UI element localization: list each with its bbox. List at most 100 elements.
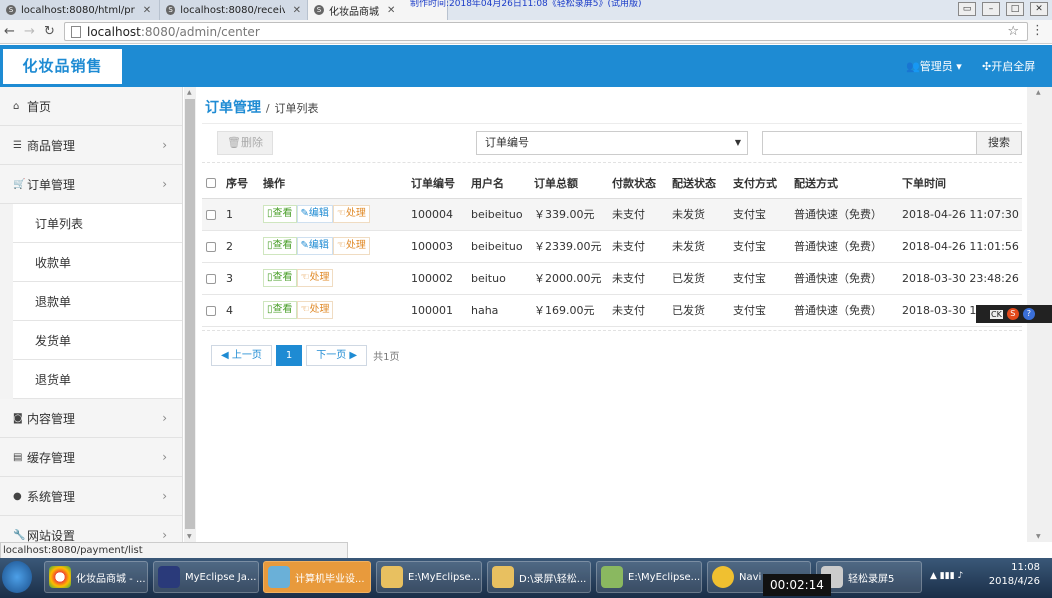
taskbar-item[interactable]: 计算机毕业设...: [263, 561, 371, 593]
page-icon: [71, 25, 81, 38]
taskbar-item[interactable]: E:\MyEclipse...: [376, 561, 482, 593]
sidebar-item-orders[interactable]: 🛒 订单管理 ›: [0, 165, 182, 204]
edit-button[interactable]: ✎编辑: [296, 237, 333, 255]
delete-button[interactable]: 🗑删除: [217, 131, 273, 155]
browser-tab-1[interactable]: S localhost:8080/html/pr ✕: [0, 0, 160, 20]
scroll-up-icon[interactable]: ▲: [1036, 89, 1041, 96]
taskbar-item[interactable]: 化妆品商城 - ...: [44, 561, 148, 593]
scroll-down-icon[interactable]: ▼: [1036, 533, 1041, 540]
maximize-icon[interactable]: □: [1006, 2, 1024, 16]
help-icon[interactable]: ?: [1022, 308, 1035, 320]
process-label: 处理: [345, 208, 366, 219]
prev-page-button[interactable]: ◀ 上一页: [211, 345, 272, 366]
divider: [202, 123, 1022, 124]
column-header: 配送方式: [794, 168, 902, 199]
next-page-button[interactable]: 下一页 ▶: [306, 345, 368, 366]
view-button[interactable]: ▯查看: [263, 301, 297, 319]
sidebar-item-system[interactable]: ● 系统管理 ›: [0, 477, 182, 516]
payment-method: 支付宝: [733, 262, 794, 295]
folder-icon: [381, 566, 403, 588]
ime-toolbar[interactable]: CK S ?: [976, 305, 1052, 323]
sidebar-sub-refunds[interactable]: 退款单: [13, 282, 182, 321]
taskbar-item[interactable]: 轻松录屏5: [816, 561, 922, 593]
row-checkbox[interactable]: [206, 305, 216, 316]
scroll-up-icon[interactable]: ▲: [187, 89, 192, 96]
wrench-icon: 🔧: [13, 529, 26, 541]
sidebar-item-home[interactable]: ⌂ 首页: [0, 87, 182, 126]
clock-date: 2018/4/26: [988, 576, 1040, 587]
taskbar-item[interactable]: E:\MyEclipse...: [596, 561, 702, 593]
edit-button[interactable]: ✎编辑: [296, 205, 333, 223]
taskbar-item[interactable]: D:\录屏\轻松...: [487, 561, 591, 593]
sogou-icon[interactable]: S: [1006, 308, 1019, 320]
clock[interactable]: 11:08 2018/4/26: [989, 561, 1040, 589]
sidebar-scrollbar[interactable]: ▲ ▼: [184, 87, 196, 542]
view-button[interactable]: ▯查看: [263, 237, 297, 255]
shipping-status: 已发货: [672, 262, 733, 295]
back-icon[interactable]: ←: [4, 24, 15, 39]
table-row: 1 ▯查看 ✎编辑 ☜处理 100004 beibeituo ￥339.00元 未支…: [202, 198, 1022, 231]
close-icon[interactable]: ✕: [143, 5, 151, 16]
admin-menu[interactable]: 👥管理员 ▾: [906, 58, 962, 74]
process-button[interactable]: ☜处理: [296, 269, 334, 287]
view-button[interactable]: ▯查看: [263, 269, 297, 287]
search-input[interactable]: [762, 131, 977, 155]
browser-tab-2[interactable]: S localhost:8080/receive ✕: [160, 0, 308, 20]
fullscreen-button[interactable]: ✣开启全屏: [982, 58, 1035, 74]
chevron-right-icon: ›: [162, 138, 167, 152]
cart-icon: 🛒: [13, 178, 26, 190]
row-checkbox[interactable]: [206, 209, 216, 220]
row-index: 2: [226, 230, 263, 263]
clock-time: 11:08: [1011, 562, 1040, 573]
search-button[interactable]: 搜索: [976, 131, 1022, 155]
close-icon[interactable]: ✕: [387, 5, 395, 16]
bookmark-star-icon[interactable]: ☆: [1007, 24, 1019, 39]
select-all-checkbox[interactable]: [206, 178, 216, 189]
column-header: 用户名: [471, 168, 534, 199]
view-button[interactable]: ▯查看: [263, 205, 297, 223]
minimize-icon[interactable]: –: [982, 2, 1000, 16]
sidebar-item-products[interactable]: ☰ 商品管理 ›: [0, 126, 182, 165]
user-icon[interactable]: ▭: [958, 2, 976, 16]
caret-down-icon: ▼: [734, 138, 741, 147]
process-button[interactable]: ☜处理: [332, 205, 370, 223]
page-total: 共1页: [373, 352, 400, 363]
process-label: 处理: [309, 272, 330, 283]
edit-label: 编辑: [308, 208, 329, 219]
ime-mode[interactable]: CK: [990, 309, 1003, 319]
search-field-select[interactable]: 订单编号 ▼: [476, 131, 748, 155]
forward-icon[interactable]: →: [24, 24, 35, 39]
site-logo[interactable]: 化妆品销售: [3, 49, 122, 84]
table-row: 4 ▯查看 ☜处理 100001 haha ￥169.00元 未支付 已发货 支付…: [202, 294, 1022, 327]
start-button[interactable]: [2, 561, 32, 593]
scroll-down-icon[interactable]: ▼: [187, 533, 192, 540]
column-header: 支付方式: [733, 168, 794, 199]
breadcrumb: 订单管理 / 订单列表: [205, 97, 318, 117]
delivery-method: 普通快速（免费）: [794, 230, 902, 263]
taskbar-item-label: 轻松录屏5: [848, 573, 895, 585]
sidebar-sub-returns[interactable]: 退货单: [13, 360, 182, 399]
tray-arrow-icon[interactable]: ▲: [930, 571, 937, 581]
process-label: 处理: [309, 304, 330, 315]
sidebar-sub-shipments[interactable]: 发货单: [13, 321, 182, 360]
sidebar-item-cache[interactable]: ▤ 缓存管理 ›: [0, 438, 182, 477]
close-icon[interactable]: ✕: [293, 5, 301, 16]
process-button[interactable]: ☜处理: [296, 301, 334, 319]
sidebar-sub-order-list[interactable]: 订单列表: [13, 204, 182, 243]
browser-menu-icon[interactable]: ⋮: [1031, 23, 1044, 38]
reload-icon[interactable]: ↻: [44, 24, 55, 39]
scrollbar-thumb[interactable]: [185, 99, 195, 529]
sidebar-item-content[interactable]: ◙ 内容管理 ›: [0, 399, 182, 438]
page-1-button[interactable]: 1: [275, 345, 303, 366]
row-checkbox[interactable]: [206, 241, 216, 252]
hand-icon: ☜: [336, 208, 346, 219]
taskbar-item[interactable]: MyEclipse Ja...: [153, 561, 259, 593]
list-icon: ☰: [13, 139, 22, 151]
sidebar-sub-receipts[interactable]: 收款单: [13, 243, 182, 282]
system-tray[interactable]: ▲ ▮▮▮ ♪: [930, 571, 963, 581]
process-button[interactable]: ☜处理: [332, 237, 370, 255]
close-window-icon[interactable]: ✕: [1030, 2, 1048, 16]
row-checkbox[interactable]: [206, 273, 216, 284]
arrow-right-icon: ▶: [346, 350, 358, 361]
url-input[interactable]: localhost:8080/admin/center ☆: [64, 22, 1028, 41]
